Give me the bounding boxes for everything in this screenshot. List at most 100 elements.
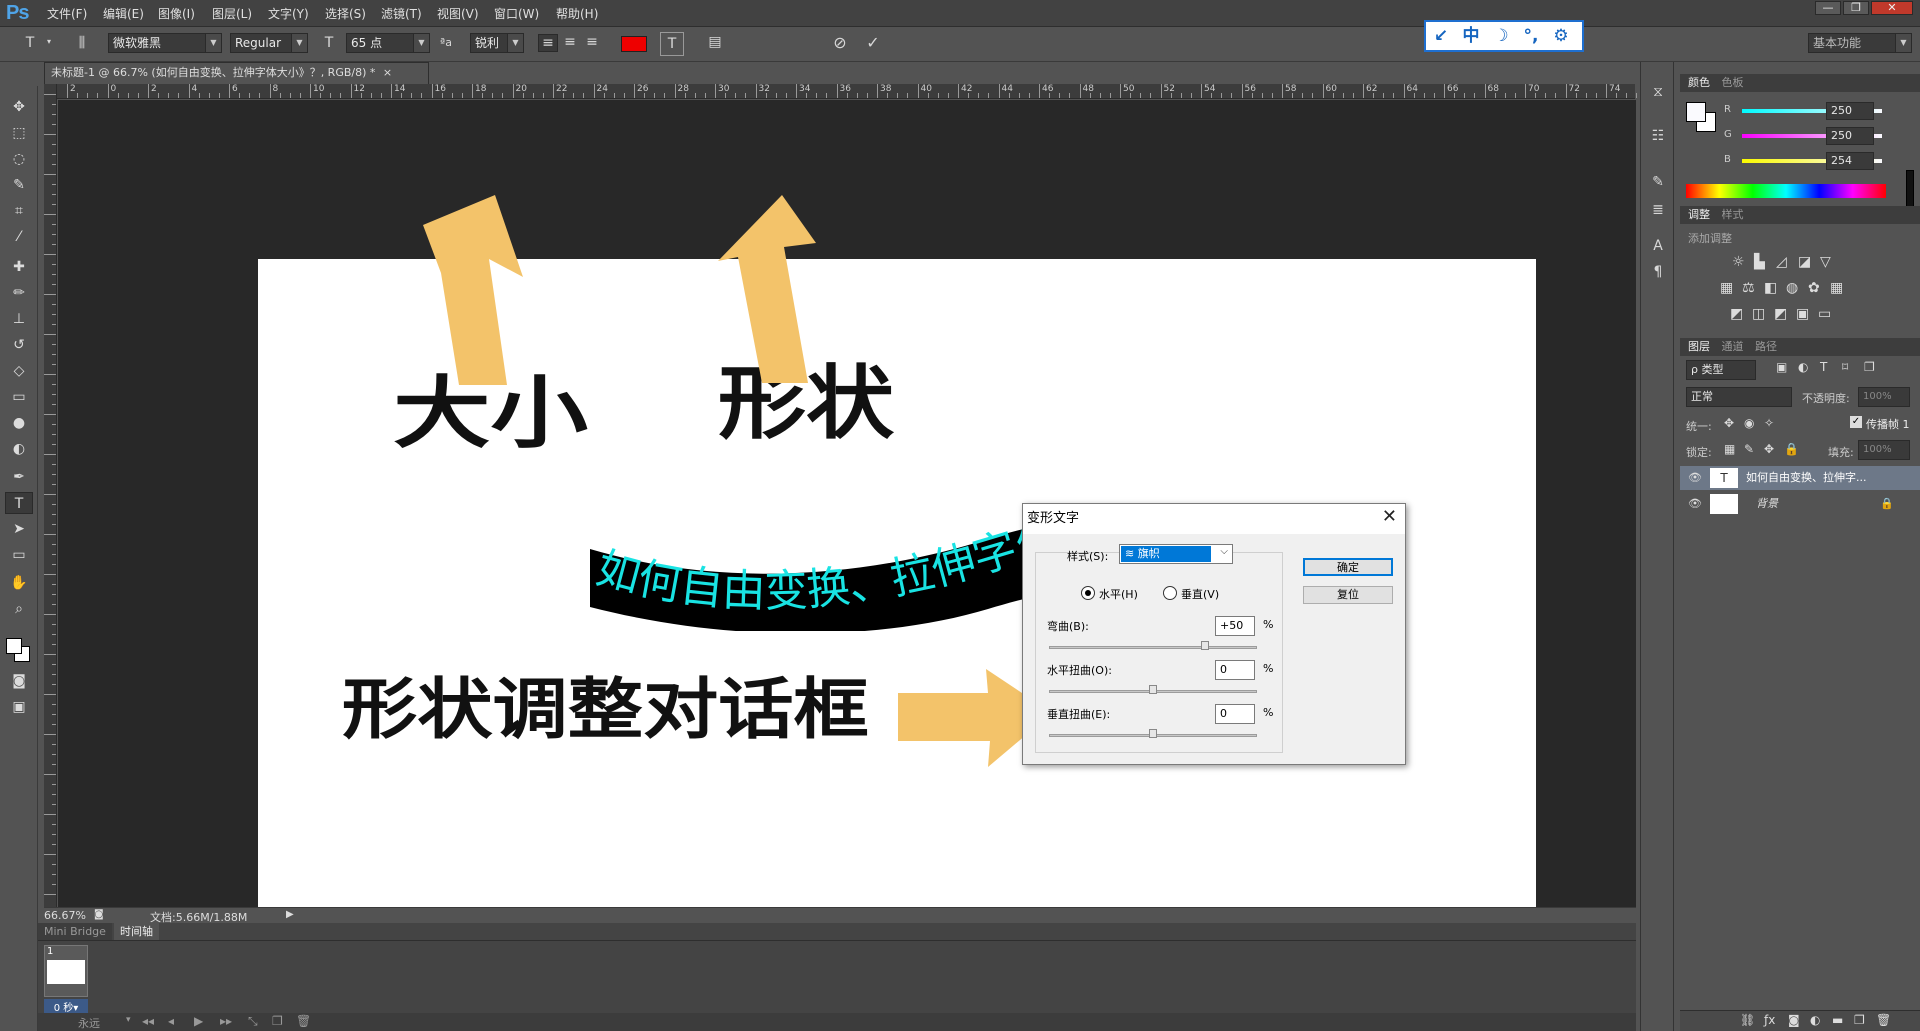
clone-stamp-icon[interactable]: ⊥ (5, 308, 33, 330)
tab-timeline[interactable]: 时间轴 (114, 923, 159, 940)
threshold-icon[interactable]: ◩ (1774, 306, 1787, 322)
path-select-icon[interactable]: ➤ (5, 518, 33, 540)
character-panel-icon[interactable]: A (1647, 238, 1669, 254)
levels-icon[interactable]: ▙ (1754, 254, 1765, 270)
eyedropper-tool-icon[interactable]: ⁄ (5, 226, 33, 248)
history-brush-icon[interactable]: ↺ (5, 334, 33, 356)
lasso-tool-icon[interactable]: ◌ (5, 148, 33, 170)
new-layer-icon[interactable]: ❐ (1854, 1013, 1865, 1027)
menu-window[interactable]: 窗口(W) (494, 5, 539, 22)
tab-mini-bridge[interactable]: Mini Bridge (38, 923, 112, 940)
toggle-orientation-icon[interactable]: ⫼ (70, 35, 94, 51)
antialias-select[interactable]: 锐利 ▼ (470, 33, 524, 53)
document-tab[interactable]: 未标题-1 @ 66.7% (如何自由变换、拉伸字体大小》？, RGB/8) *… (44, 62, 429, 84)
menu-view[interactable]: 视图(V) (437, 5, 479, 22)
reset-button[interactable]: 复位 (1303, 586, 1393, 604)
lock-pixels-icon[interactable]: ✎ (1744, 442, 1754, 456)
character-panel-icon[interactable]: ▤ (704, 34, 726, 50)
duplicate-frame-icon[interactable]: ❐ (272, 1014, 283, 1028)
lock-position-icon[interactable]: ✥ (1764, 442, 1774, 456)
h-distort-slider-thumb[interactable] (1149, 685, 1157, 694)
play-icon[interactable]: ▶ (194, 1014, 203, 1028)
align-left-icon[interactable]: ≡ (538, 34, 558, 52)
fg-color-box[interactable] (1686, 102, 1706, 122)
tab-layers[interactable]: 图层 (1688, 340, 1710, 353)
channel-b-value[interactable]: 254 (1826, 152, 1874, 170)
unify-visibility-icon[interactable]: ◉ (1744, 416, 1754, 430)
fx-icon[interactable]: ƒx (1764, 1013, 1775, 1027)
ok-button[interactable]: 确定 (1303, 558, 1393, 576)
warp-text-icon[interactable]: T (660, 32, 684, 56)
delete-frame-icon[interactable]: 🗑 (296, 1014, 311, 1028)
color-balance-icon[interactable]: ⚖ (1742, 280, 1755, 296)
commit-check-icon[interactable]: ✓ (862, 33, 884, 52)
layer-row-background[interactable]: 👁 背景 🔒 (1680, 492, 1920, 516)
radio-vertical[interactable] (1163, 586, 1177, 600)
brush-tool-icon[interactable]: ✏ (5, 282, 33, 304)
posterize-icon[interactable]: ◫ (1752, 306, 1765, 322)
type-tool-icon[interactable]: T (5, 492, 33, 514)
next-frame-icon[interactable]: ▸▸ (220, 1014, 232, 1028)
channel-r-value[interactable]: 250 (1826, 102, 1874, 120)
trash-icon[interactable]: 🗑 (1876, 1013, 1891, 1027)
menu-help[interactable]: 帮助(H) (556, 5, 598, 22)
curves-icon[interactable]: ◿ (1776, 254, 1787, 270)
eye-visibility-icon[interactable]: 👁 (1688, 492, 1702, 516)
font-family-select[interactable]: 微软雅黑 ▼ (108, 33, 222, 53)
radio-horizontal[interactable] (1081, 586, 1095, 600)
layer-row-text[interactable]: 👁 T 如何自由变换、拉伸字... (1680, 466, 1920, 490)
lock-all-icon[interactable]: 🔒 (1784, 442, 1799, 456)
menu-edit[interactable]: 编辑(E) (103, 5, 144, 22)
first-frame-icon[interactable]: ◂◂ (142, 1014, 154, 1028)
brush-presets-icon[interactable]: ≣ (1647, 202, 1669, 218)
close-button[interactable]: ✕ (1871, 1, 1913, 15)
ime-punctuation-icon[interactable]: °, (1516, 22, 1546, 50)
dodge-tool-icon[interactable]: ◐ (5, 438, 33, 460)
ime-halfwidth-icon[interactable]: ☽ (1486, 22, 1516, 50)
tab-styles[interactable]: 样式 (1722, 208, 1744, 221)
status-icon[interactable]: ◙ (94, 909, 104, 920)
dialog-close-icon[interactable]: ✕ (1382, 506, 1397, 527)
menu-file[interactable]: 文件(F) (47, 5, 87, 22)
prev-frame-icon[interactable]: ◂ (168, 1014, 174, 1028)
bend-slider[interactable] (1049, 646, 1257, 649)
link-layers-icon[interactable]: ⛓ (1740, 1013, 1755, 1027)
history-panel-icon[interactable]: ⧖ (1647, 84, 1669, 100)
color-lookup-icon[interactable]: ▦ (1830, 280, 1843, 296)
healing-brush-icon[interactable]: ✚ (5, 256, 33, 278)
filter-pixel-icon[interactable]: ▣ (1776, 360, 1787, 374)
type-tool-icon[interactable]: T (18, 35, 42, 51)
color-spectrum[interactable] (1686, 184, 1886, 198)
photo-filter-icon[interactable]: ◍ (1786, 280, 1798, 296)
play-right-icon[interactable]: ▶ (286, 909, 294, 920)
filter-smart-icon[interactable]: ❐ (1864, 360, 1875, 374)
exposure-icon[interactable]: ◪ (1798, 254, 1811, 270)
eye-visibility-icon[interactable]: 👁 (1688, 466, 1702, 490)
v-distort-slider-thumb[interactable] (1149, 729, 1157, 738)
tween-icon[interactable]: ⤡ (248, 1014, 258, 1029)
tab-channels[interactable]: 通道 (1722, 340, 1744, 353)
brush-panel-icon[interactable]: ✎ (1647, 174, 1669, 190)
font-style-select[interactable]: Regular ▼ (230, 33, 308, 53)
zoom-tool-icon[interactable]: ⌕ (5, 598, 33, 620)
gradient-map-icon[interactable]: ▭ (1818, 306, 1831, 322)
quick-mask-icon[interactable]: ◙ (5, 670, 33, 692)
vibrance-icon[interactable]: ▽ (1820, 254, 1831, 270)
ime-chinese-icon[interactable]: 中 (1456, 22, 1486, 50)
h-distort-input[interactable]: 0 (1215, 660, 1255, 680)
bend-slider-thumb[interactable] (1201, 641, 1209, 650)
cancel-icon[interactable]: ⊘ (829, 33, 851, 52)
style-select[interactable]: ≋ 旗帜 ⌵ (1119, 544, 1233, 564)
paragraph-panel-icon[interactable]: ¶ (1647, 264, 1669, 280)
fill-input[interactable]: 100% (1858, 440, 1910, 460)
workspace-select[interactable]: 基本功能 ▼ (1808, 33, 1912, 53)
marquee-tool-icon[interactable]: ⬚ (5, 122, 33, 144)
new-group-icon[interactable]: ▬ (1832, 1013, 1843, 1027)
screen-mode-icon[interactable]: ▣ (5, 696, 33, 718)
font-size-select[interactable]: 65 点 ▼ (346, 33, 430, 53)
chevron-down-icon[interactable]: ▾ (44, 37, 54, 46)
loop-select[interactable]: 永远 (78, 1015, 100, 1031)
menu-image[interactable]: 图像(I) (158, 5, 195, 22)
minimize-button[interactable]: — (1815, 1, 1841, 15)
lock-transparency-icon[interactable]: ▦ (1724, 442, 1735, 456)
